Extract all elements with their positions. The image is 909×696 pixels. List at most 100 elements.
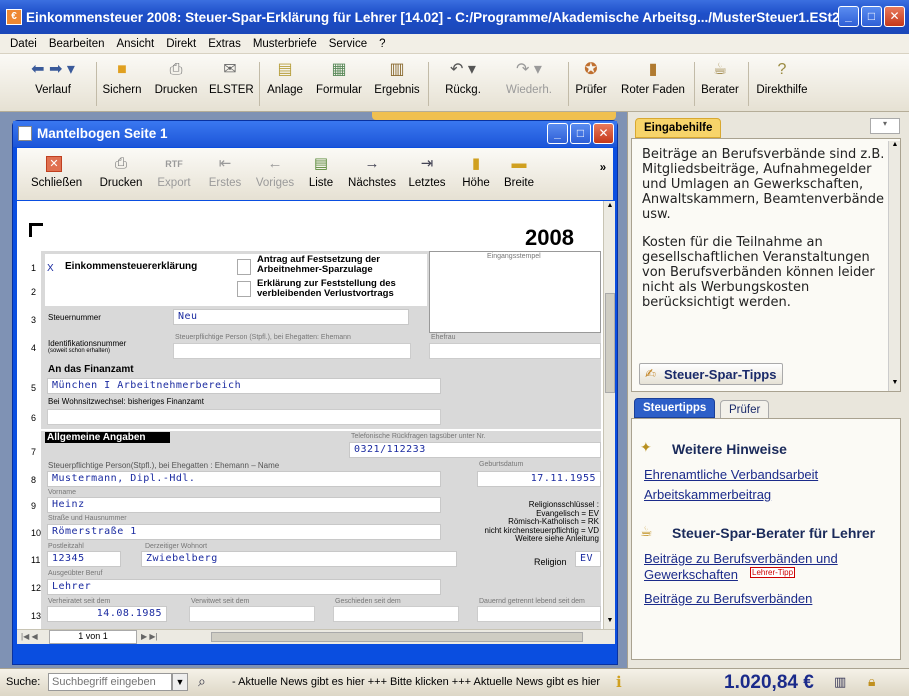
menu-bar: Datei Bearbeiten Ansicht Direkt Extras M… (0, 34, 909, 54)
link-ehrenamtliche-verbandsarbeit[interactable]: Ehrenamtliche Verbandsarbeit (644, 467, 818, 482)
vorname-label: Vorname (48, 489, 77, 496)
binoculars-icon[interactable]: ⌕ (198, 673, 206, 690)
chart-icon[interactable]: ▥ (834, 674, 846, 690)
link-beitraege-berufsverbaende-gewerkschaften[interactable]: Beiträge zu Berufsverbänden und (644, 551, 838, 566)
child-close-button[interactable]: ✕ (593, 123, 614, 144)
telefon-field[interactable]: 0321/112233 (349, 442, 601, 458)
menu-bearbeiten[interactable]: Bearbeiten (43, 38, 111, 50)
help-icon: ? (777, 61, 787, 78)
menu-direkt[interactable]: Direkt (160, 38, 202, 50)
status-bar: Suche: ▼ ⌕ - Aktuelle News gibt es hier … (0, 668, 909, 696)
weitere-hinweise-heading: Weitere Hinweise (672, 441, 787, 457)
child-title-bar: Mantelbogen Seite 1 _ □ ✕ (13, 121, 617, 147)
direkthilfe-button[interactable]: ? Direkthilfe (754, 60, 810, 96)
strasse-field[interactable]: Römerstraße 1 (47, 524, 441, 540)
verheiratet-field[interactable]: 14.08.1985 (47, 606, 167, 622)
last-icon: ⇥ (420, 155, 434, 172)
elster-button[interactable]: ✉ ELSTER (209, 60, 254, 96)
tab-eingabehilfe[interactable]: Eingabehilfe (635, 118, 722, 138)
panel-dropdown-icon[interactable]: ▾ (870, 118, 900, 134)
search-input[interactable] (48, 673, 172, 691)
strasse-label: Straße und Hausnummer (48, 515, 127, 522)
tab-pruefer[interactable]: Prüfer (720, 400, 770, 420)
verlauf-button[interactable]: ⬅ ➡ ▾ Verlauf (18, 60, 88, 96)
child-drucken-button[interactable]: ⎙ Drucken (99, 154, 143, 189)
save-icon: ■ (117, 61, 127, 78)
news-ticker[interactable]: - Aktuelle News gibt es hier +++ Bitte k… (232, 676, 600, 688)
vertical-scrollbar[interactable]: ▲ ▼ (603, 201, 615, 629)
getrennt-field[interactable] (477, 606, 601, 622)
wohnort-field[interactable]: Zwiebelberg (141, 551, 457, 567)
vorname-field[interactable]: Heinz (47, 497, 441, 513)
close-button[interactable]: ✕ (884, 6, 905, 27)
anlage-button[interactable]: ▤ Anlage (266, 60, 304, 96)
checkbox-verlustvortrag[interactable] (237, 281, 251, 297)
voriges-button[interactable]: ← Voriges (255, 154, 295, 189)
export-button[interactable]: RTF Export (153, 154, 195, 189)
schliessen-button[interactable]: ✕ Schließen (31, 154, 82, 189)
info-icon[interactable]: ℹ (616, 673, 622, 691)
menu-service[interactable]: Service (323, 38, 373, 50)
rueckgaengig-button[interactable]: ↶ ▾ Rückg. (434, 60, 492, 96)
sichern-button[interactable]: ■ Sichern (102, 60, 142, 96)
maximize-button[interactable]: □ (861, 6, 882, 27)
erstes-button[interactable]: ⇤ Erstes (205, 154, 245, 189)
idnr-person-field[interactable] (173, 343, 411, 359)
finanzamt-field[interactable]: München I Arbeitnehmerbereich (47, 378, 441, 394)
name-field[interactable]: Mustermann, Dipl.-Hdl. (47, 471, 441, 487)
menu-extras[interactable]: Extras (202, 38, 247, 50)
horizontal-scroll-thumb[interactable] (211, 632, 583, 642)
naechstes-button[interactable]: → Nächstes (347, 154, 397, 189)
liste-button[interactable]: ▤ Liste (305, 154, 337, 189)
drucken-button[interactable]: ⎙ Drucken (154, 60, 198, 96)
steuertipps-panel: ✦ Weitere Hinweise Ehrenamtliche Verband… (631, 418, 901, 660)
religion-field[interactable]: EV (575, 551, 601, 567)
chevron-down-icon[interactable]: ▼ (172, 673, 188, 691)
menu-datei[interactable]: Datei (4, 38, 43, 50)
link-gewerkschaften[interactable]: Gewerkschaften (644, 567, 738, 582)
child-maximize-button[interactable]: □ (570, 123, 591, 144)
menu-ansicht[interactable]: Ansicht (110, 38, 160, 50)
hint-scrollbar[interactable]: ▲ ▼ (888, 141, 900, 391)
checkbox-antrag[interactable] (237, 259, 251, 275)
beruf-field[interactable]: Lehrer (47, 579, 441, 595)
plz-field[interactable]: 12345 (47, 551, 121, 567)
pager-first-icon[interactable]: |◀ ◀ (21, 632, 38, 641)
geburtsdatum-field[interactable]: 17.11.1955 (477, 471, 601, 487)
vertical-scroll-thumb[interactable] (605, 293, 615, 393)
religionsschluessel-legend: Religionsschlüssel : Evangelisch = EV Rö… (484, 500, 600, 543)
breite-button[interactable]: ▬ Breite (503, 154, 535, 189)
steuer-spar-tipps-button[interactable]: ✍ Steuer-Spar-Tipps (639, 363, 784, 385)
ergebnis-button[interactable]: ▥ Ergebnis (374, 60, 420, 96)
link-beitraege-berufsverbaende[interactable]: Beiträge zu Berufsverbänden (644, 591, 812, 606)
more-button[interactable]: » (597, 162, 609, 174)
bisheriges-finanzamt-field[interactable] (47, 409, 441, 425)
idnr-ehefrau-field[interactable] (429, 343, 601, 359)
link-arbeitskammerbeitrag[interactable]: Arbeitskammerbeitrag (644, 487, 771, 502)
menu-musterbriefe[interactable]: Musterbriefe (247, 38, 323, 50)
scroll-up-icon[interactable]: ▲ (605, 202, 615, 212)
scroll-down-icon[interactable]: ▼ (605, 617, 615, 627)
minimize-button[interactable]: _ (838, 6, 859, 27)
tab-steuertipps[interactable]: Steuertipps (634, 398, 716, 418)
scroll-up-icon[interactable]: ▲ (889, 141, 901, 148)
wiederholen-button[interactable]: ↷ ▾ Wiederh. (498, 60, 560, 96)
ergebnis-icon: ▥ (389, 61, 405, 78)
child-minimize-button[interactable]: _ (547, 123, 568, 144)
checkbox-einkommensteuererklaerung[interactable]: X (47, 263, 54, 274)
steuernummer-field[interactable]: Neu (173, 309, 409, 325)
menu-help[interactable]: ? (373, 38, 391, 50)
lock-icon[interactable]: 🔒︎ (868, 673, 875, 690)
roter-faden-button[interactable]: ▮ Roter Faden (620, 60, 686, 96)
scroll-down-icon[interactable]: ▼ (889, 379, 901, 386)
verwitwet-field[interactable] (189, 606, 315, 622)
geschieden-field[interactable] (333, 606, 459, 622)
letztes-button[interactable]: ⇥ Letztes (407, 154, 447, 189)
hoehe-button[interactable]: ▮ Höhe (461, 154, 491, 189)
formular-button[interactable]: ▦ Formular (316, 60, 362, 96)
tax-form-page: 2008 X Einkommensteuererklärung Antrag a… (17, 201, 603, 629)
row1-label: Einkommensteuererklärung (65, 261, 198, 272)
pager-last-icon[interactable]: ▶ ▶| (141, 632, 158, 641)
pruefer-button[interactable]: ✪ Prüfer (573, 60, 609, 96)
berater-button[interactable]: ☕ Berater (700, 60, 740, 96)
